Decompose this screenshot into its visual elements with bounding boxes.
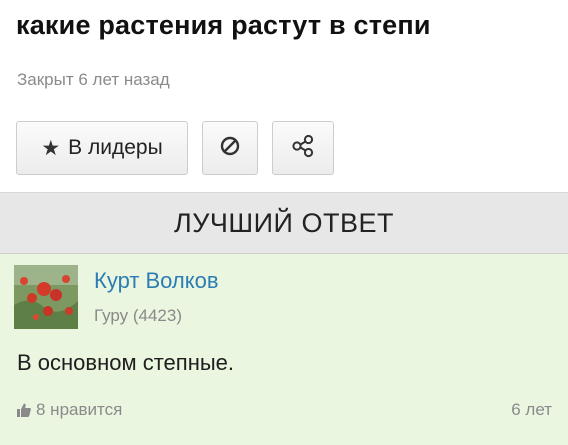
author-name-link[interactable]: Курт Волков <box>94 268 219 294</box>
avatar[interactable] <box>14 265 78 329</box>
likes-count: 8 нравится <box>36 400 123 419</box>
share-button[interactable] <box>272 121 334 175</box>
best-answer-header: ЛУЧШИЙ ОТВЕТ <box>0 192 568 254</box>
question-status: Закрыт 6 лет назад <box>17 70 170 89</box>
answer-text: В основном степные. <box>17 350 235 375</box>
like-button[interactable]: 8 нравится <box>16 400 122 420</box>
thumbs-up-icon <box>16 402 32 418</box>
share-icon <box>290 133 316 164</box>
add-to-leaders-button[interactable]: ★ В лидеры <box>16 121 188 175</box>
best-answer-card: Курт Волков Гуру (4423) В основном степн… <box>0 254 568 445</box>
add-to-leaders-label: В лидеры <box>68 136 163 159</box>
author-rank: Гуру (4423) <box>94 306 183 325</box>
question-title: какие растения растут в степи <box>16 10 431 40</box>
answer-age: 6 лет <box>511 400 552 419</box>
star-icon: ★ <box>41 136 61 160</box>
block-icon <box>219 135 241 162</box>
block-button[interactable] <box>202 121 258 175</box>
